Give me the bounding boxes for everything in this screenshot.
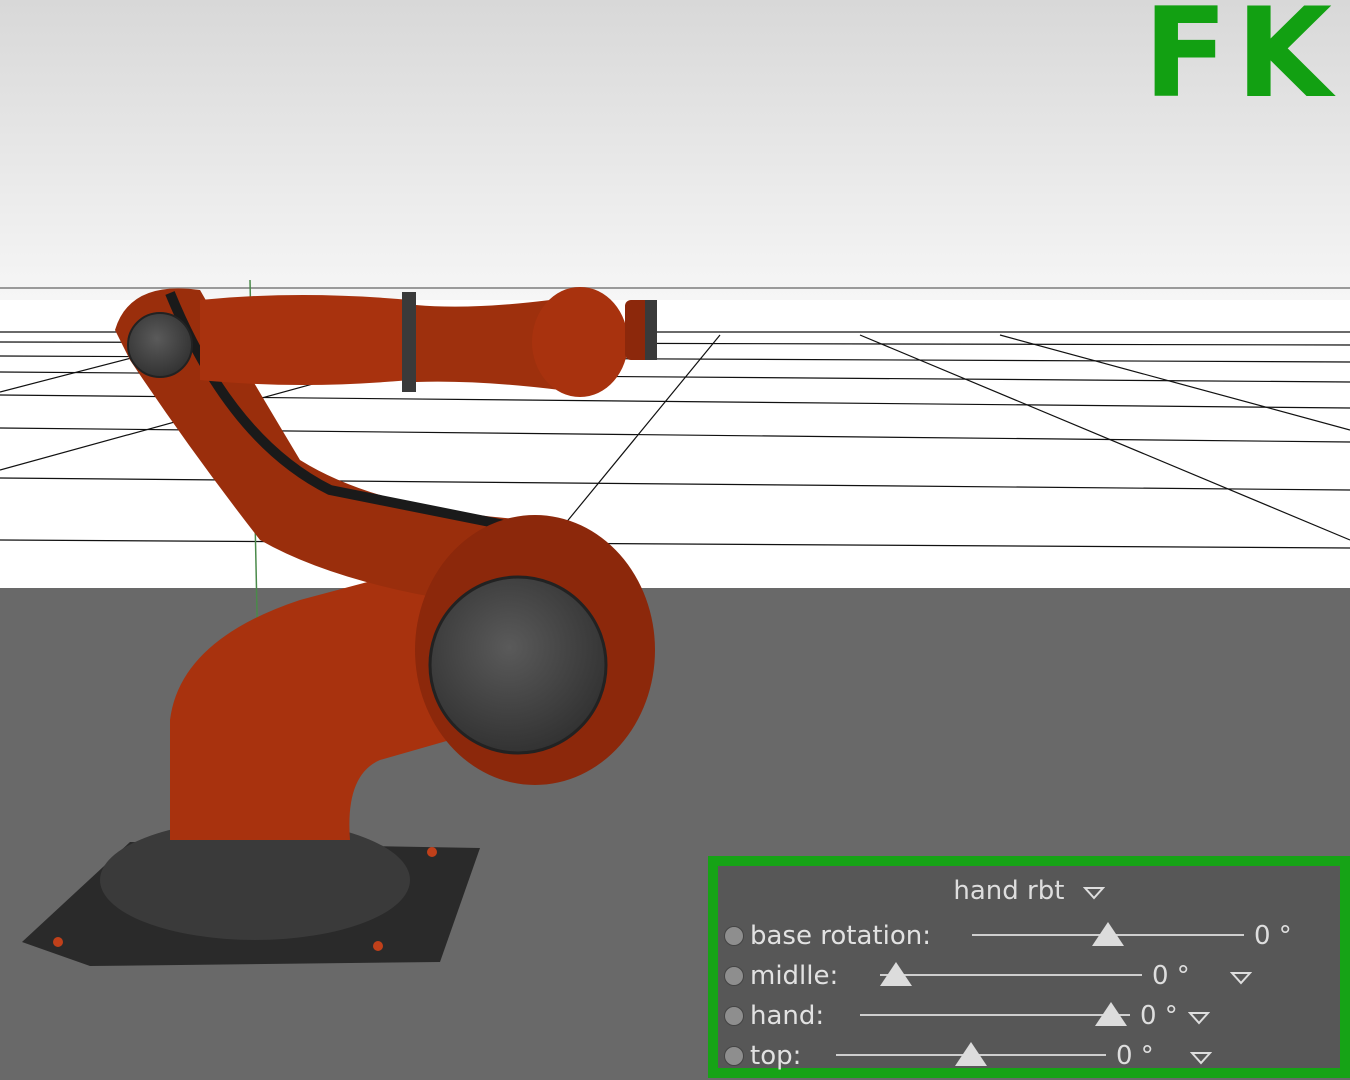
radio-button[interactable]: [724, 1006, 744, 1026]
midlle-slider[interactable]: [879, 962, 1142, 990]
slider-thumb[interactable]: [1092, 922, 1124, 946]
slider-row-top: top: 0 °: [718, 1038, 1340, 1078]
panel-header[interactable]: hand rbt: [718, 876, 1340, 907]
value-readout: 0 °: [1254, 921, 1292, 951]
radio-button[interactable]: [724, 966, 744, 986]
slider-row-midlle: midlle: 0 °: [718, 958, 1340, 998]
value-readout: 0 °: [1140, 1001, 1178, 1031]
base-rotation-slider[interactable]: [972, 922, 1244, 950]
fk-mode-label: FK: [1143, 0, 1340, 126]
hand-slider[interactable]: [860, 1002, 1130, 1030]
elbow-joint-cap: [428, 575, 608, 755]
value-readout: 0 °: [1152, 961, 1190, 991]
slider-thumb[interactable]: [955, 1042, 987, 1066]
robot-tool-flange: [645, 300, 657, 360]
chevron-down-icon[interactable]: [1187, 1010, 1211, 1029]
radio-button[interactable]: [724, 1046, 744, 1066]
robot-forearm: [200, 295, 410, 385]
slider-row-hand: hand: 0 °: [718, 998, 1340, 1038]
chevron-down-icon[interactable]: [1082, 877, 1105, 907]
shoulder-joint-cap: [127, 312, 193, 378]
radio-button[interactable]: [724, 926, 744, 946]
value-readout: 0 °: [1116, 1041, 1154, 1071]
slider-row-base-rotation: base rotation: 0 °: [718, 918, 1340, 958]
top-slider[interactable]: [836, 1042, 1106, 1070]
robot-wrist: [532, 287, 628, 397]
slider-thumb[interactable]: [1095, 1002, 1128, 1026]
row-label: hand:: [750, 1001, 825, 1031]
chevron-down-icon[interactable]: [1189, 1050, 1213, 1069]
slider-thumb[interactable]: [879, 962, 912, 986]
control-panel: hand rbt base rotation: 0 ° midlle: 0 ° …: [708, 856, 1350, 1078]
chevron-down-icon[interactable]: [1229, 970, 1253, 989]
row-label: top:: [750, 1041, 802, 1071]
row-label: base rotation:: [750, 921, 931, 951]
panel-title: hand rbt: [953, 876, 1065, 906]
row-label: midlle:: [750, 961, 839, 991]
